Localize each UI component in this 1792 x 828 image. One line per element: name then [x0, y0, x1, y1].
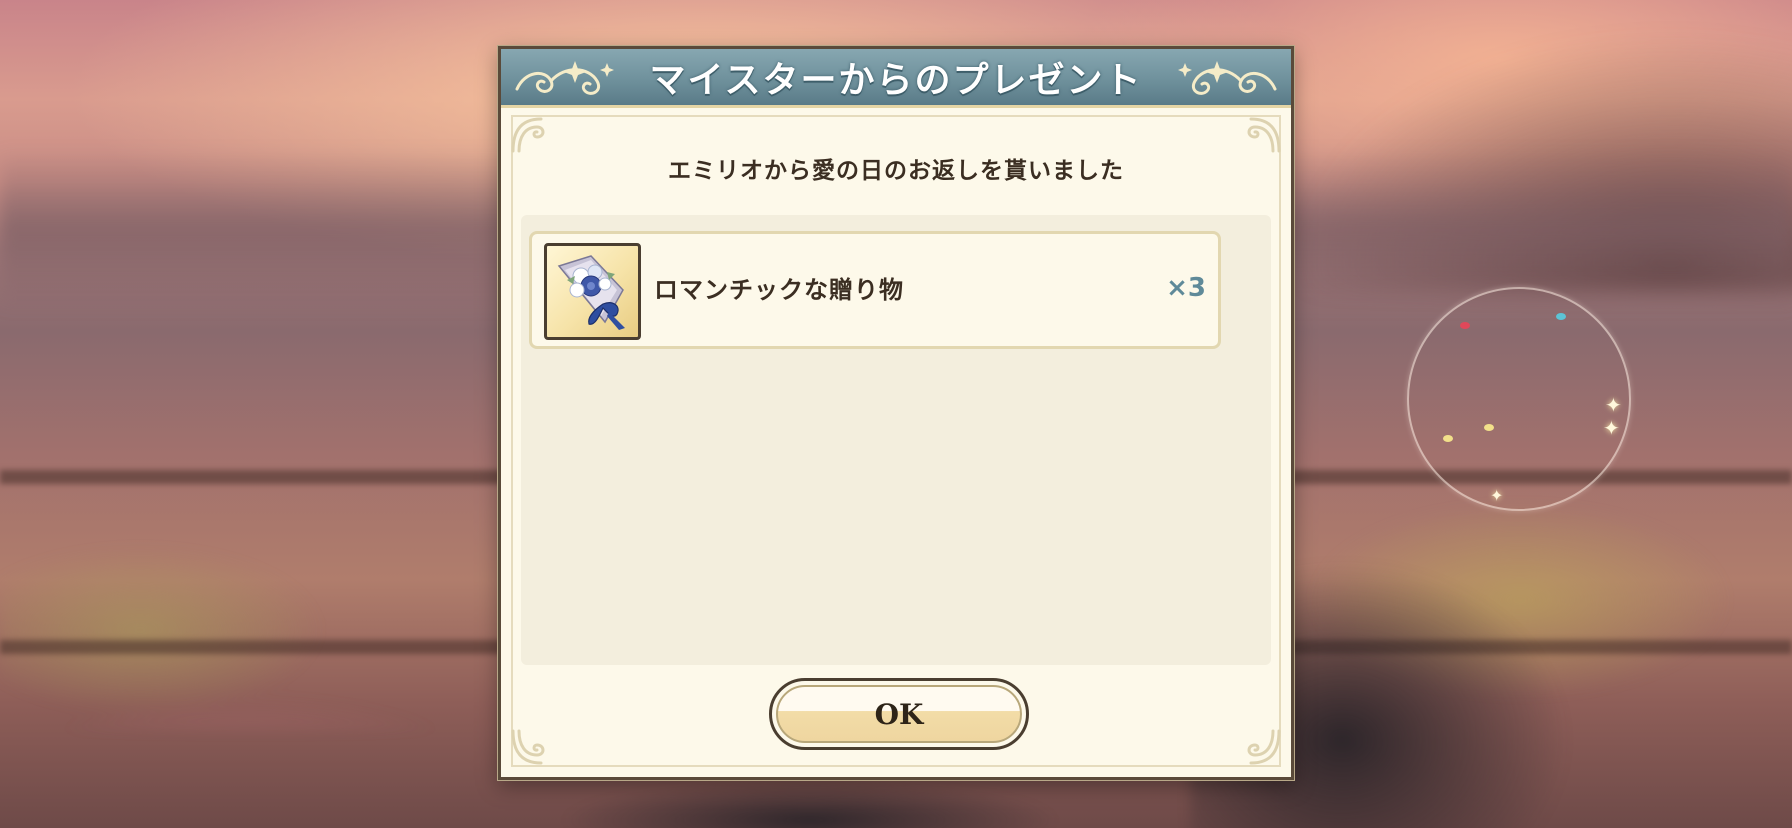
petal-icon	[1460, 322, 1470, 329]
corner-ornament-icon	[511, 729, 545, 765]
reward-item-quantity: ×3	[1166, 273, 1206, 303]
present-dialog: マイスターからのプレゼント エミリオから愛の日のお返しを貰いました ロマンチック…	[498, 46, 1294, 780]
ok-button[interactable]: OK	[769, 678, 1029, 750]
ok-button-label: OK	[874, 697, 924, 731]
dialog-header: マイスターからのプレゼント	[501, 49, 1291, 108]
sparkle-icon: ✦	[1603, 416, 1620, 440]
sparkle-icon: ✦	[1605, 393, 1622, 417]
corner-ornament-icon	[1247, 729, 1281, 765]
petal-icon	[1484, 424, 1494, 431]
header-ornament-icon	[1178, 61, 1277, 95]
petal-icon	[1556, 313, 1566, 320]
bouquet-icon	[544, 243, 641, 340]
header-ornament-icon	[515, 61, 614, 95]
petal-icon	[1443, 435, 1453, 442]
dialog-message: エミリオから愛の日のお返しを貰いました	[668, 158, 1124, 184]
reward-list: ロマンチックな贈り物 ×3	[521, 215, 1271, 665]
sparkle-ring-effect	[1407, 287, 1631, 511]
reward-item: ロマンチックな贈り物 ×3	[529, 231, 1221, 349]
dialog-title: マイスターからのプレゼント	[649, 60, 1143, 101]
reward-item-name: ロマンチックな贈り物	[654, 276, 904, 304]
sparkle-icon: ✦	[1490, 486, 1504, 505]
